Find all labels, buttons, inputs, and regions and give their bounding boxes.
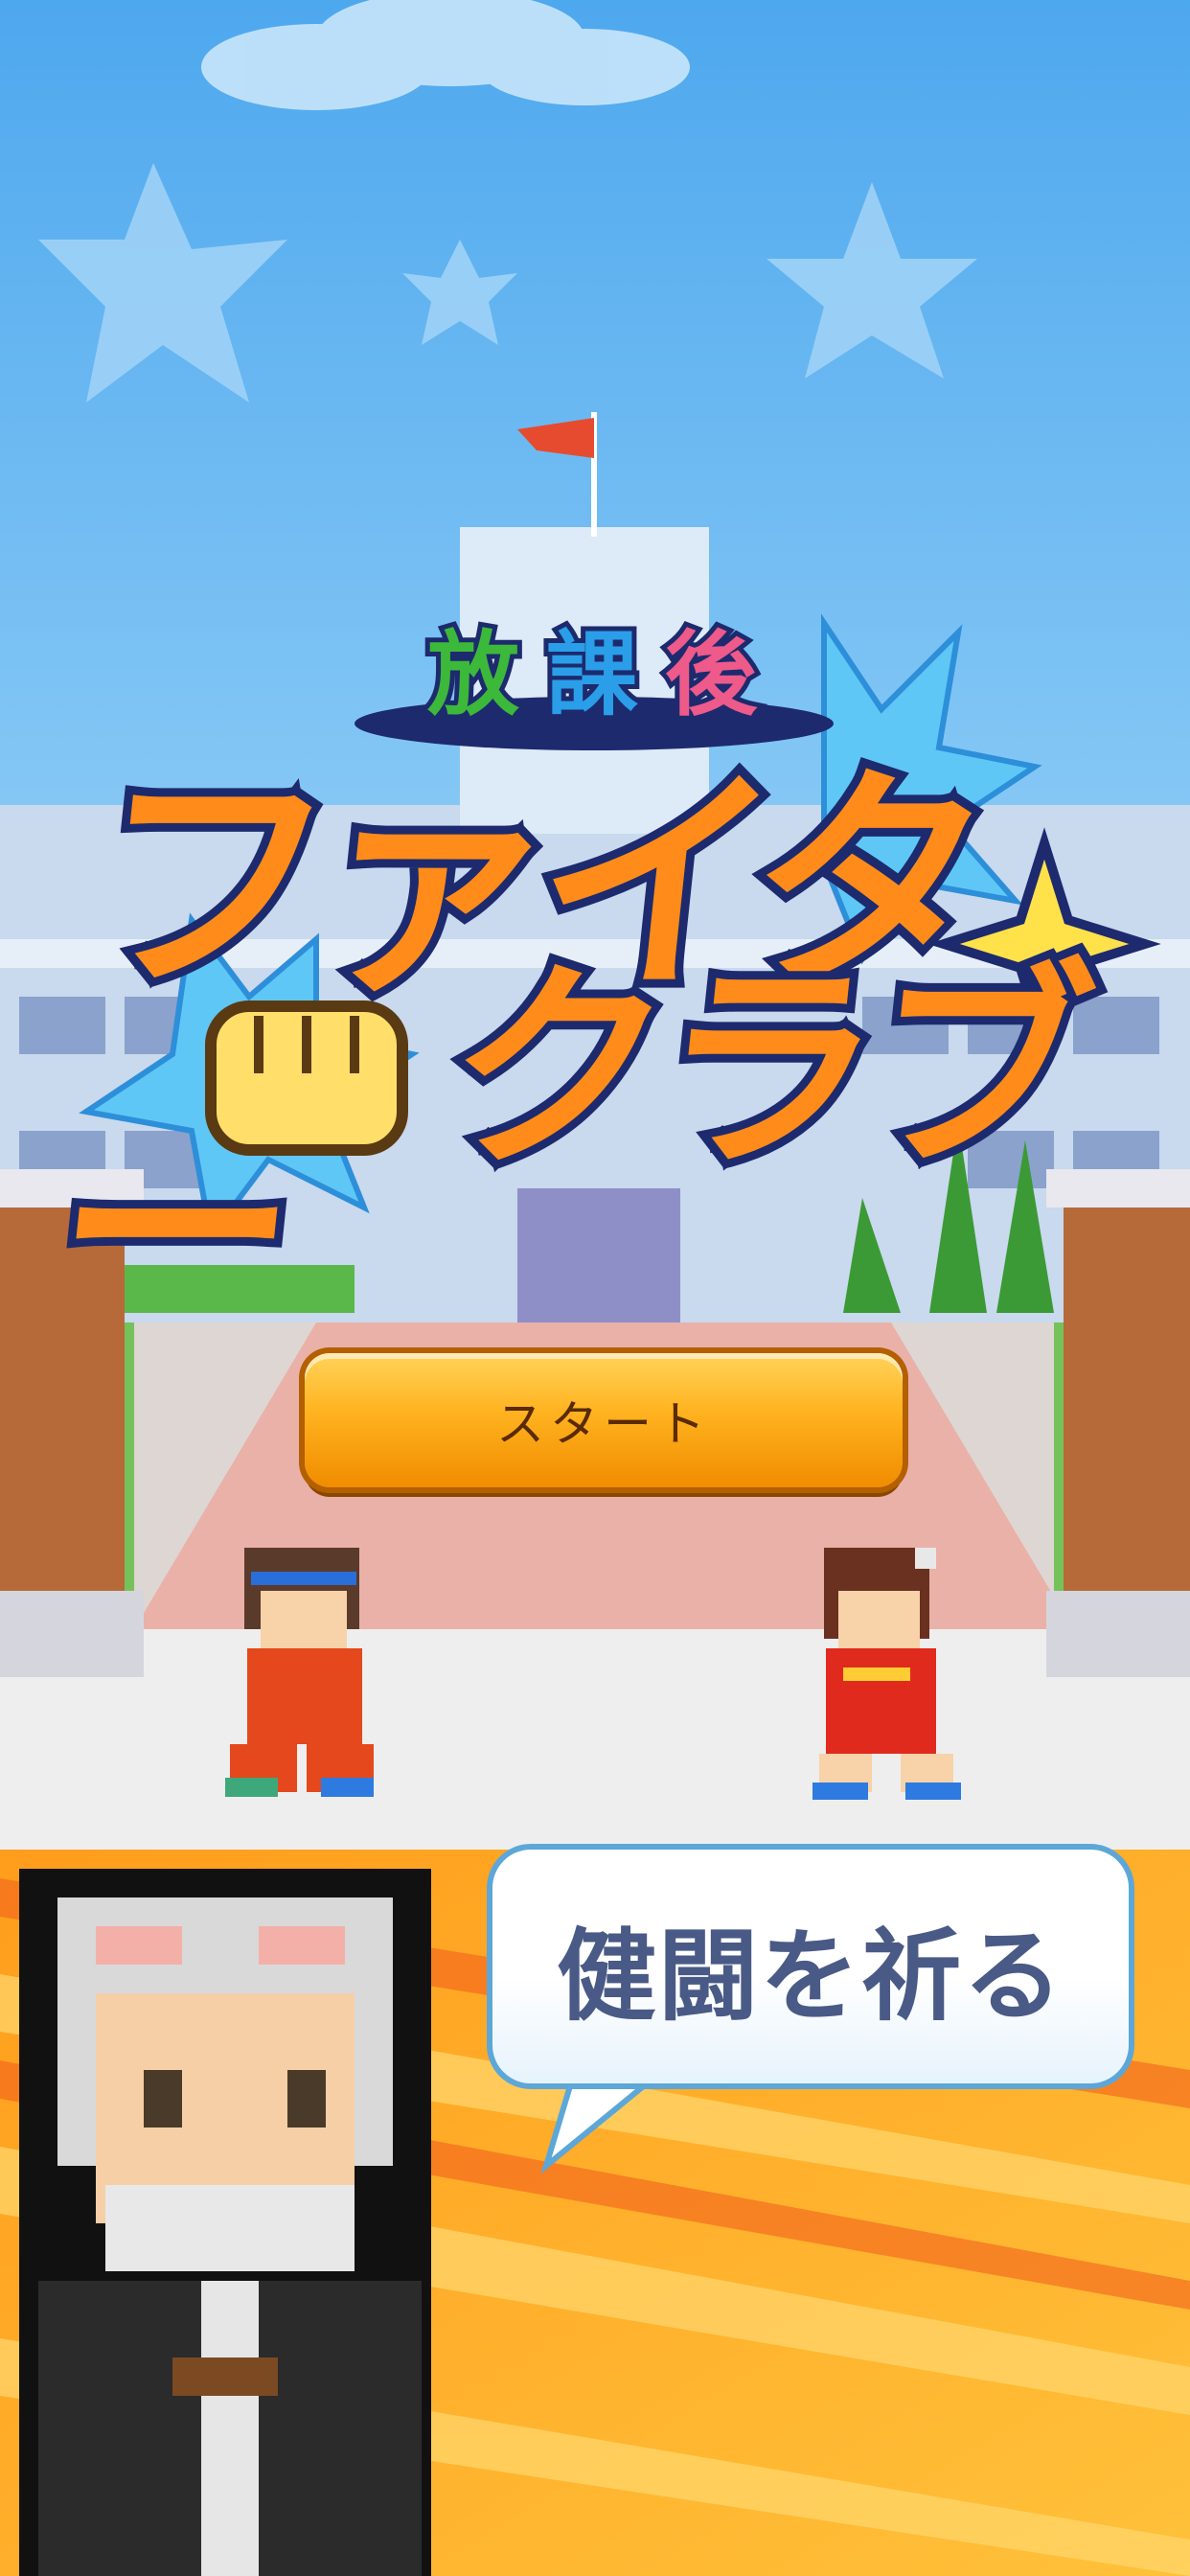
logo-line-2: クラブ — [426, 934, 1103, 1208]
start-button[interactable]: スタート — [305, 1353, 903, 1487]
start-button-label: スタート — [496, 1396, 711, 1452]
speech-bubble-text: 健闘を祈る — [556, 1917, 1064, 2035]
speech-bubble: 健闘を祈る — [487, 1844, 1134, 2089]
elder-master-portrait — [19, 1869, 431, 2576]
